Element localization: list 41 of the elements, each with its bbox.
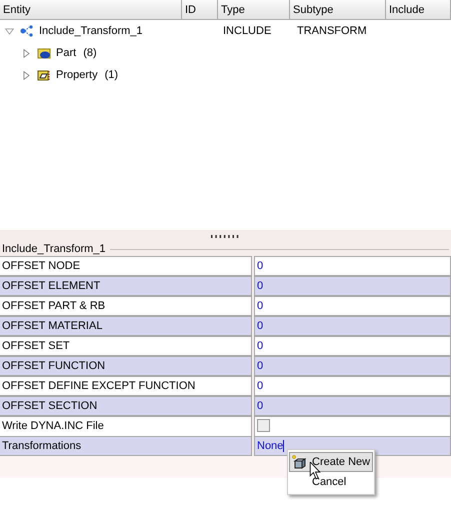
menu-item[interactable]: Create New — [289, 452, 373, 472]
property-label: OFFSET PART & RB — [0, 296, 252, 316]
value-field[interactable]: 0 — [254, 356, 451, 376]
property-label: OFFSET FUNCTION — [0, 356, 252, 376]
type-cell-text: INCLUDE — [223, 24, 272, 39]
item-count: (1) — [104, 68, 118, 83]
value-field[interactable]: 0 — [254, 336, 451, 356]
subtype-cell-text: TRANSFORM — [297, 24, 367, 39]
column-header[interactable]: Entity — [0, 0, 182, 20]
property-label: OFFSET MATERIAL — [0, 316, 252, 336]
column-header[interactable]: Type — [218, 0, 290, 20]
property-label: OFFSET NODE — [0, 256, 252, 276]
item-count: (8) — [83, 46, 97, 61]
group-title: Include_Transform_1 — [2, 242, 106, 257]
property-label: OFFSET DEFINE EXCEPT FUNCTION — [0, 376, 252, 396]
value-field[interactable]: 0 — [254, 396, 451, 416]
splitter-handle-icon[interactable] — [210, 234, 240, 238]
menu-item[interactable]: Cancel — [289, 472, 373, 492]
property-label: OFFSET SECTION — [0, 396, 252, 416]
collapse-arrow-icon[interactable] — [5, 26, 14, 36]
expand-arrow-icon[interactable] — [22, 70, 31, 80]
column-header[interactable]: Subtype — [290, 0, 386, 20]
checkbox[interactable] — [257, 419, 270, 432]
value-field[interactable]: 0 — [254, 296, 451, 316]
cube-icon — [292, 455, 306, 469]
value-field[interactable]: 0 — [254, 256, 451, 276]
folder-icon — [37, 46, 51, 60]
network-icon — [20, 24, 34, 38]
tree-item[interactable]: Part — [56, 44, 76, 62]
property-label: OFFSET SET — [0, 336, 252, 356]
expand-arrow-icon[interactable] — [22, 48, 31, 58]
folder-icon — [37, 68, 51, 82]
value-field[interactable]: 0 — [254, 276, 451, 296]
property-label: Transformations — [0, 436, 252, 456]
value-field[interactable]: 0 — [254, 316, 451, 336]
property-label: OFFSET ELEMENT — [0, 276, 252, 296]
column-header[interactable]: Include — [386, 0, 451, 20]
tree-item[interactable]: Include_Transform_1 — [39, 22, 143, 40]
value-field[interactable]: 0 — [254, 376, 451, 396]
column-header[interactable]: ID — [182, 0, 218, 20]
tree-item[interactable]: Property — [56, 66, 98, 84]
